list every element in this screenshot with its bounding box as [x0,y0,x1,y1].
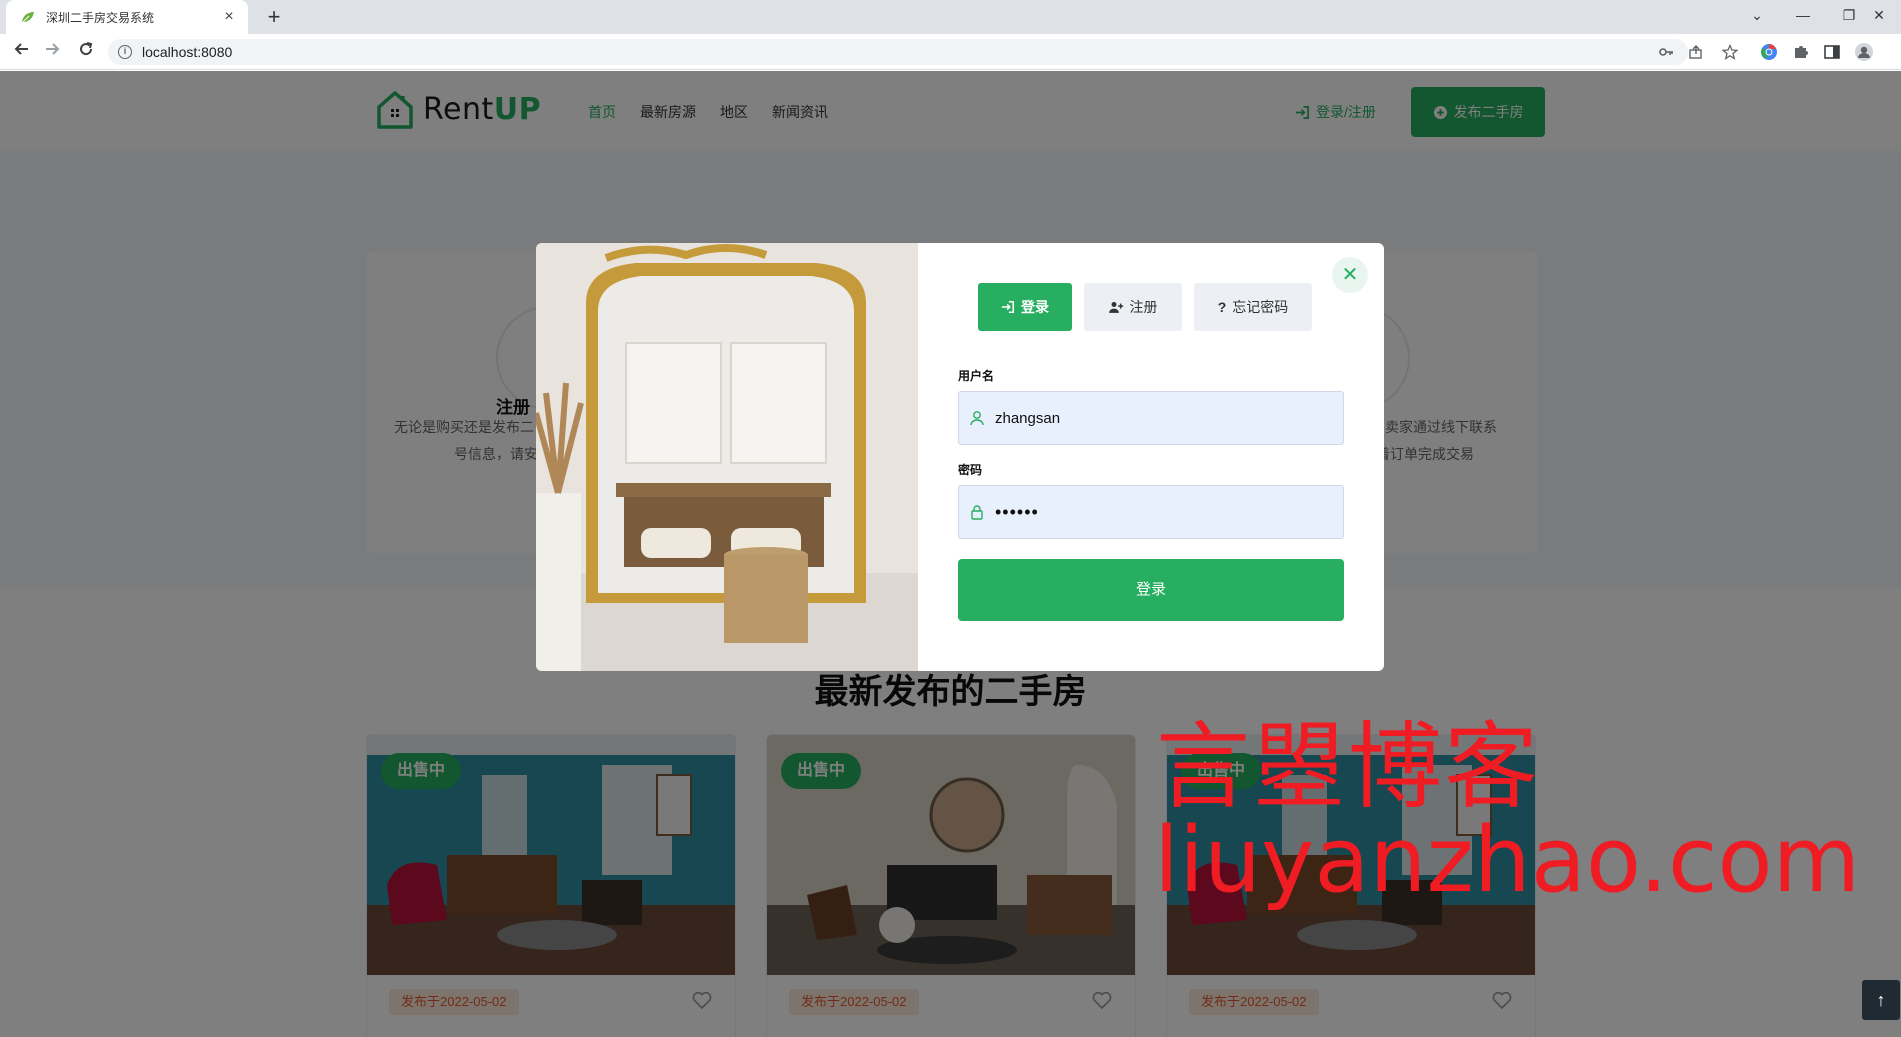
login-form: ✕ 登录 注册 ? 忘记密码 用户名 zhangsan 密码 •••••• 登录 [918,243,1384,671]
tab-title: 深圳二手房交易系统 [46,10,155,25]
user-plus-icon [1108,302,1123,313]
reload-button[interactable] [74,40,98,64]
star-icon[interactable] [1722,44,1738,60]
watermark-cn: 言曌博客 [1156,713,1541,822]
password-value: •••••• [995,501,1039,522]
login-submit-button[interactable]: 登录 [958,559,1344,621]
password-label: 密码 [958,463,983,477]
arrow-left-icon [14,43,28,55]
profile-icon[interactable] [1854,42,1874,62]
page: RentUP 首页 最新房源 地区 新闻资讯 登录/注册 发布二手房 注册 无论… [0,71,1901,1037]
chrome-icon[interactable] [1759,42,1779,62]
lock-icon [971,505,983,520]
arrow-right-icon [46,43,60,55]
modal-decor-image [536,243,918,671]
password-field[interactable]: •••••• [958,485,1344,539]
username-value: zhangsan [995,409,1061,427]
question-icon: ? [1217,299,1227,315]
url-text: localhost:8080 [142,44,233,60]
back-button[interactable] [10,40,34,64]
close-icon[interactable]: ✕ [1332,257,1368,293]
username-label: 用户名 [958,369,995,383]
info-icon[interactable]: i [118,45,132,59]
new-tab-button[interactable]: + [260,3,288,31]
tab-login[interactable]: 登录 [978,283,1072,331]
address-bar[interactable]: i localhost:8080 [108,39,1688,65]
share-icon[interactable] [1688,44,1704,60]
arrow-up-icon: ↑ [1876,990,1886,1010]
browser-toolbar: i localhost:8080 [0,34,1901,70]
leaf-favicon-icon [21,12,34,24]
sign-in-icon [1001,300,1015,314]
user-icon [970,411,984,426]
key-icon[interactable] [1658,44,1674,60]
minimize-button[interactable]: — [1780,0,1826,30]
browser-tab[interactable]: 深圳二手房交易系统 × [6,0,248,34]
tab-forgot-password[interactable]: ? 忘记密码 [1194,283,1312,331]
tab-login-label: 登录 [1021,299,1049,315]
username-field[interactable]: zhangsan [958,391,1344,445]
tab-register-label: 注册 [1129,299,1158,315]
tab-register[interactable]: 注册 [1084,283,1182,331]
tab-forgot-label: 忘记密码 [1232,299,1289,315]
puzzle-icon[interactable] [1791,42,1811,62]
tab-close-icon[interactable]: × [220,8,238,26]
sidepanel-icon[interactable] [1822,42,1842,62]
reload-icon [80,42,93,56]
tab-search-icon[interactable]: ⌄ [1734,0,1780,30]
watermark-en: liuyanzhao.com [1154,808,1861,913]
browser-tabbar: 深圳二手房交易系统 × + ⌄ — ❐ ✕ [0,0,1901,34]
login-modal: ✕ 登录 注册 ? 忘记密码 用户名 zhangsan 密码 •••••• 登录 [536,243,1384,671]
close-window-button[interactable]: ✕ [1856,0,1901,30]
forward-button[interactable] [40,40,64,64]
scroll-to-top-button[interactable]: ↑ [1862,980,1900,1020]
